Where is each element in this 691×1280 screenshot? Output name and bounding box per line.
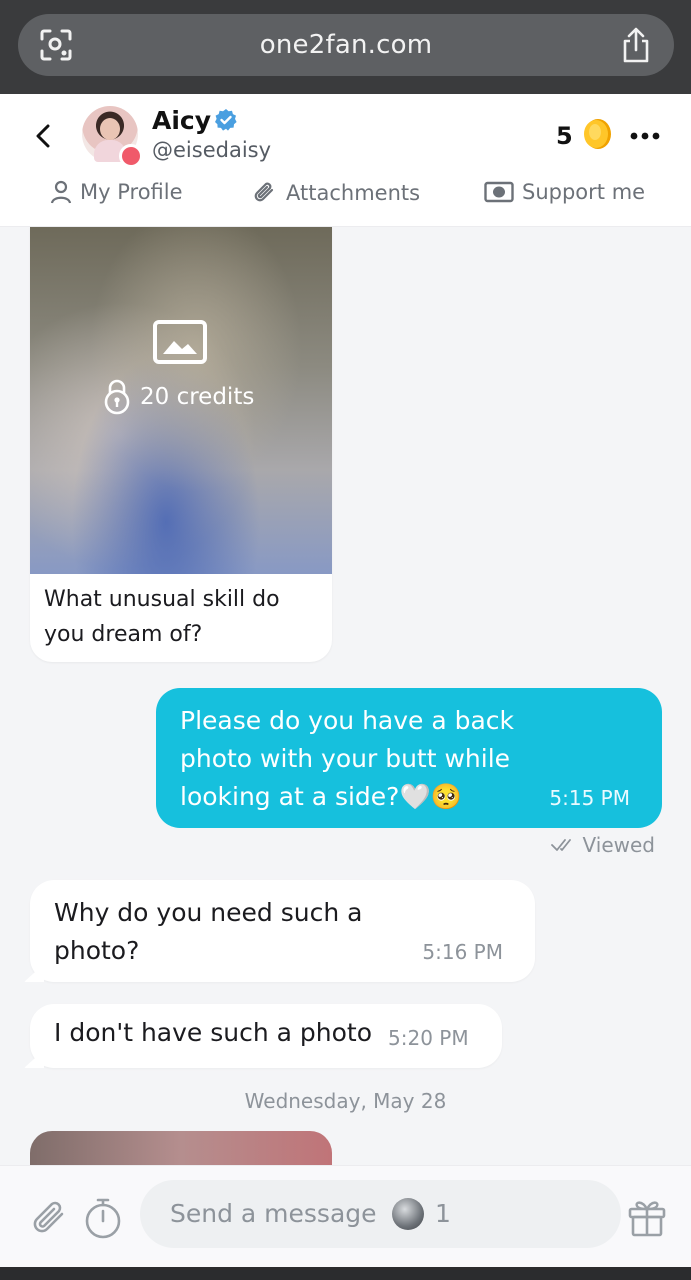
paperclip-icon[interactable] [28,1198,70,1240]
status-indicator [119,144,143,168]
media-preview-partial[interactable] [30,1131,332,1165]
locked-media-message[interactable]: 20 credits What unusual skill do you dre… [30,227,332,662]
message-time: 5:20 PM [388,1026,469,1050]
tab-attachments[interactable]: Attachments [252,180,420,206]
tab-support-me[interactable]: Support me [484,180,645,204]
message-placeholder: Send a message [170,1199,377,1228]
paperclip-icon [254,182,274,202]
incoming-message[interactable]: I don't have such a photo 5:20 PM [24,1004,502,1068]
coin-balance: 5 [556,122,573,150]
gift-icon[interactable] [626,1196,668,1238]
address-bar[interactable]: one2fan.com [18,14,674,76]
message-text: Why do you need such a photo? [54,898,363,965]
contact-name[interactable]: Aicy [152,106,211,135]
media-caption: What unusual skill do you dream of? [44,587,280,647]
person-icon [50,180,72,204]
tab-label: Support me [522,180,646,204]
image-icon [153,320,207,364]
more-options-icon[interactable] [630,132,660,140]
message-price: 1 [435,1199,451,1228]
share-icon[interactable] [620,26,652,64]
message-text: I don't have such a photo [54,1018,373,1047]
message-input[interactable]: Send a message 1 [140,1180,621,1248]
url-text: one2fan.com [259,30,433,60]
outgoing-message[interactable]: Please do you have a back photo with you… [156,688,662,828]
profile-tabs: My Profile Attachments Support me [0,178,691,218]
date-separator: Wednesday, May 28 [244,1089,447,1113]
message-composer: Send a message 1 [0,1165,691,1268]
price-label: 20 credits [140,384,255,410]
incoming-message[interactable]: Why do you need such a photo? 5:16 PM [24,880,535,982]
tab-label: Attachments [286,181,421,205]
tab-my-profile[interactable]: My Profile [50,180,183,204]
timer-icon[interactable] [83,1196,123,1240]
tab-label: My Profile [80,180,183,204]
read-status: Viewed [582,833,655,857]
unlock-price[interactable]: 20 credits [102,379,254,415]
browser-toolbar: one2fan.com [0,0,691,94]
message-time: 5:15 PM [549,786,630,810]
chat-thread[interactable]: 20 credits What unusual skill do you dre… [0,227,691,1165]
system-home-bar [0,1267,691,1280]
cash-icon [484,181,514,203]
message-time: 5:16 PM [422,940,503,964]
double-check-icon [550,839,571,851]
coin-icon[interactable] [582,118,612,150]
read-receipt: Viewed [550,833,655,857]
verified-badge-icon [215,109,237,131]
back-arrow-icon[interactable] [30,122,58,150]
message-text: Please do you have a back photo with you… [180,706,515,811]
silver-coin-icon [392,1198,424,1230]
chat-header: Aicy @eisedaisy 5 My Profile Attachments [0,94,691,227]
lock-icon [104,379,130,415]
contact-handle: @eisedaisy [152,138,272,162]
